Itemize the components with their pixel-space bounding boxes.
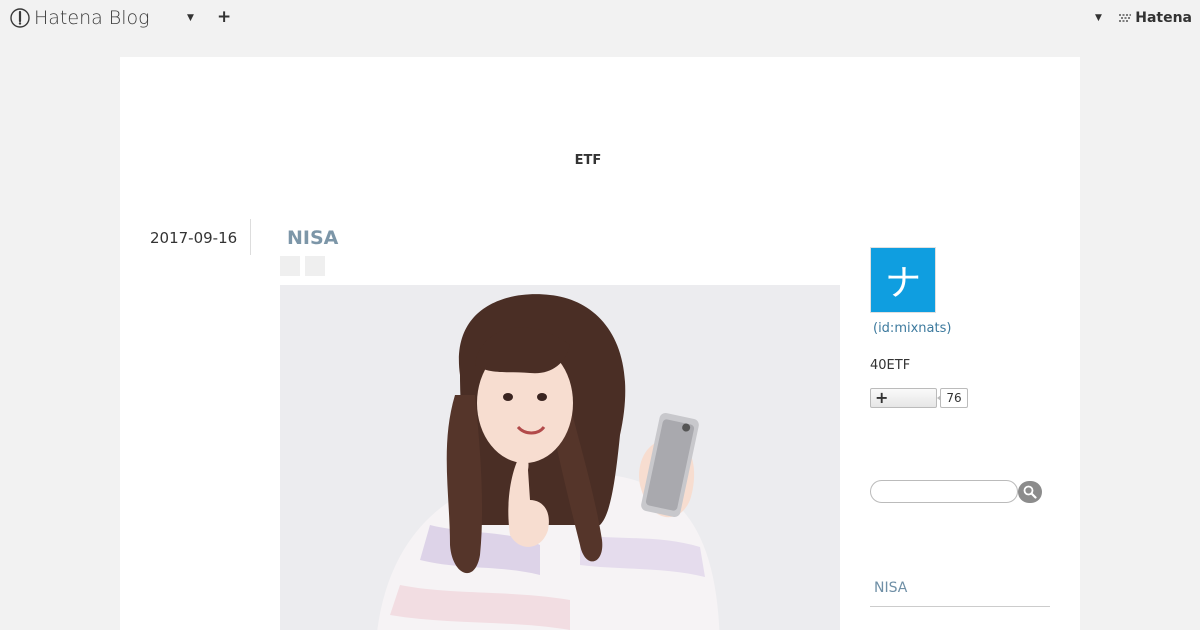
search-icon — [1023, 485, 1037, 499]
search-input[interactable] — [870, 480, 1018, 503]
plus-icon: + — [875, 388, 889, 407]
hatena-logo[interactable]: Hatena — [1118, 10, 1192, 26]
blog-container: ETF 2017-09-16 NISA ナ (id:mixnats) 40ETF… — [120, 57, 1080, 630]
entry-title[interactable]: NISA — [287, 227, 338, 249]
hatena-brand-text: Hatena — [1135, 10, 1192, 26]
entry-image — [280, 285, 840, 630]
search-button[interactable] — [1018, 481, 1042, 503]
hatena-blog-icon — [10, 8, 30, 28]
blog-title[interactable]: ETF — [120, 153, 1056, 168]
sidebar-category-link[interactable]: NISA — [874, 580, 907, 596]
profile-id-link[interactable]: (id:mixnats) — [873, 321, 951, 336]
blog-menu-caret-icon[interactable]: ▼ — [187, 13, 194, 23]
subscribe-button[interactable]: + — [870, 388, 937, 408]
profile-avatar[interactable]: ナ — [870, 247, 936, 313]
hatena-blog-logo[interactable]: Hatena Blog — [10, 7, 150, 29]
date-divider — [250, 219, 251, 255]
share-button-1[interactable] — [280, 256, 300, 276]
entry-date[interactable]: 2017-09-16 — [150, 229, 237, 247]
hatena-mark-icon — [1119, 14, 1132, 22]
global-header: Hatena Blog ▼ + ▼ Hatena — [0, 0, 1200, 38]
photo-illustration — [280, 285, 840, 630]
profile-description: 40ETF — [870, 358, 911, 373]
subscriber-count: 76 — [937, 388, 968, 408]
new-entry-button[interactable]: + — [217, 8, 231, 26]
avatar-initial: ナ — [884, 263, 921, 304]
sidebar-divider — [870, 606, 1050, 607]
share-button-2[interactable] — [305, 256, 325, 276]
account-menu-caret-icon[interactable]: ▼ — [1095, 13, 1102, 23]
brand-name: Hatena Blog — [34, 7, 150, 29]
